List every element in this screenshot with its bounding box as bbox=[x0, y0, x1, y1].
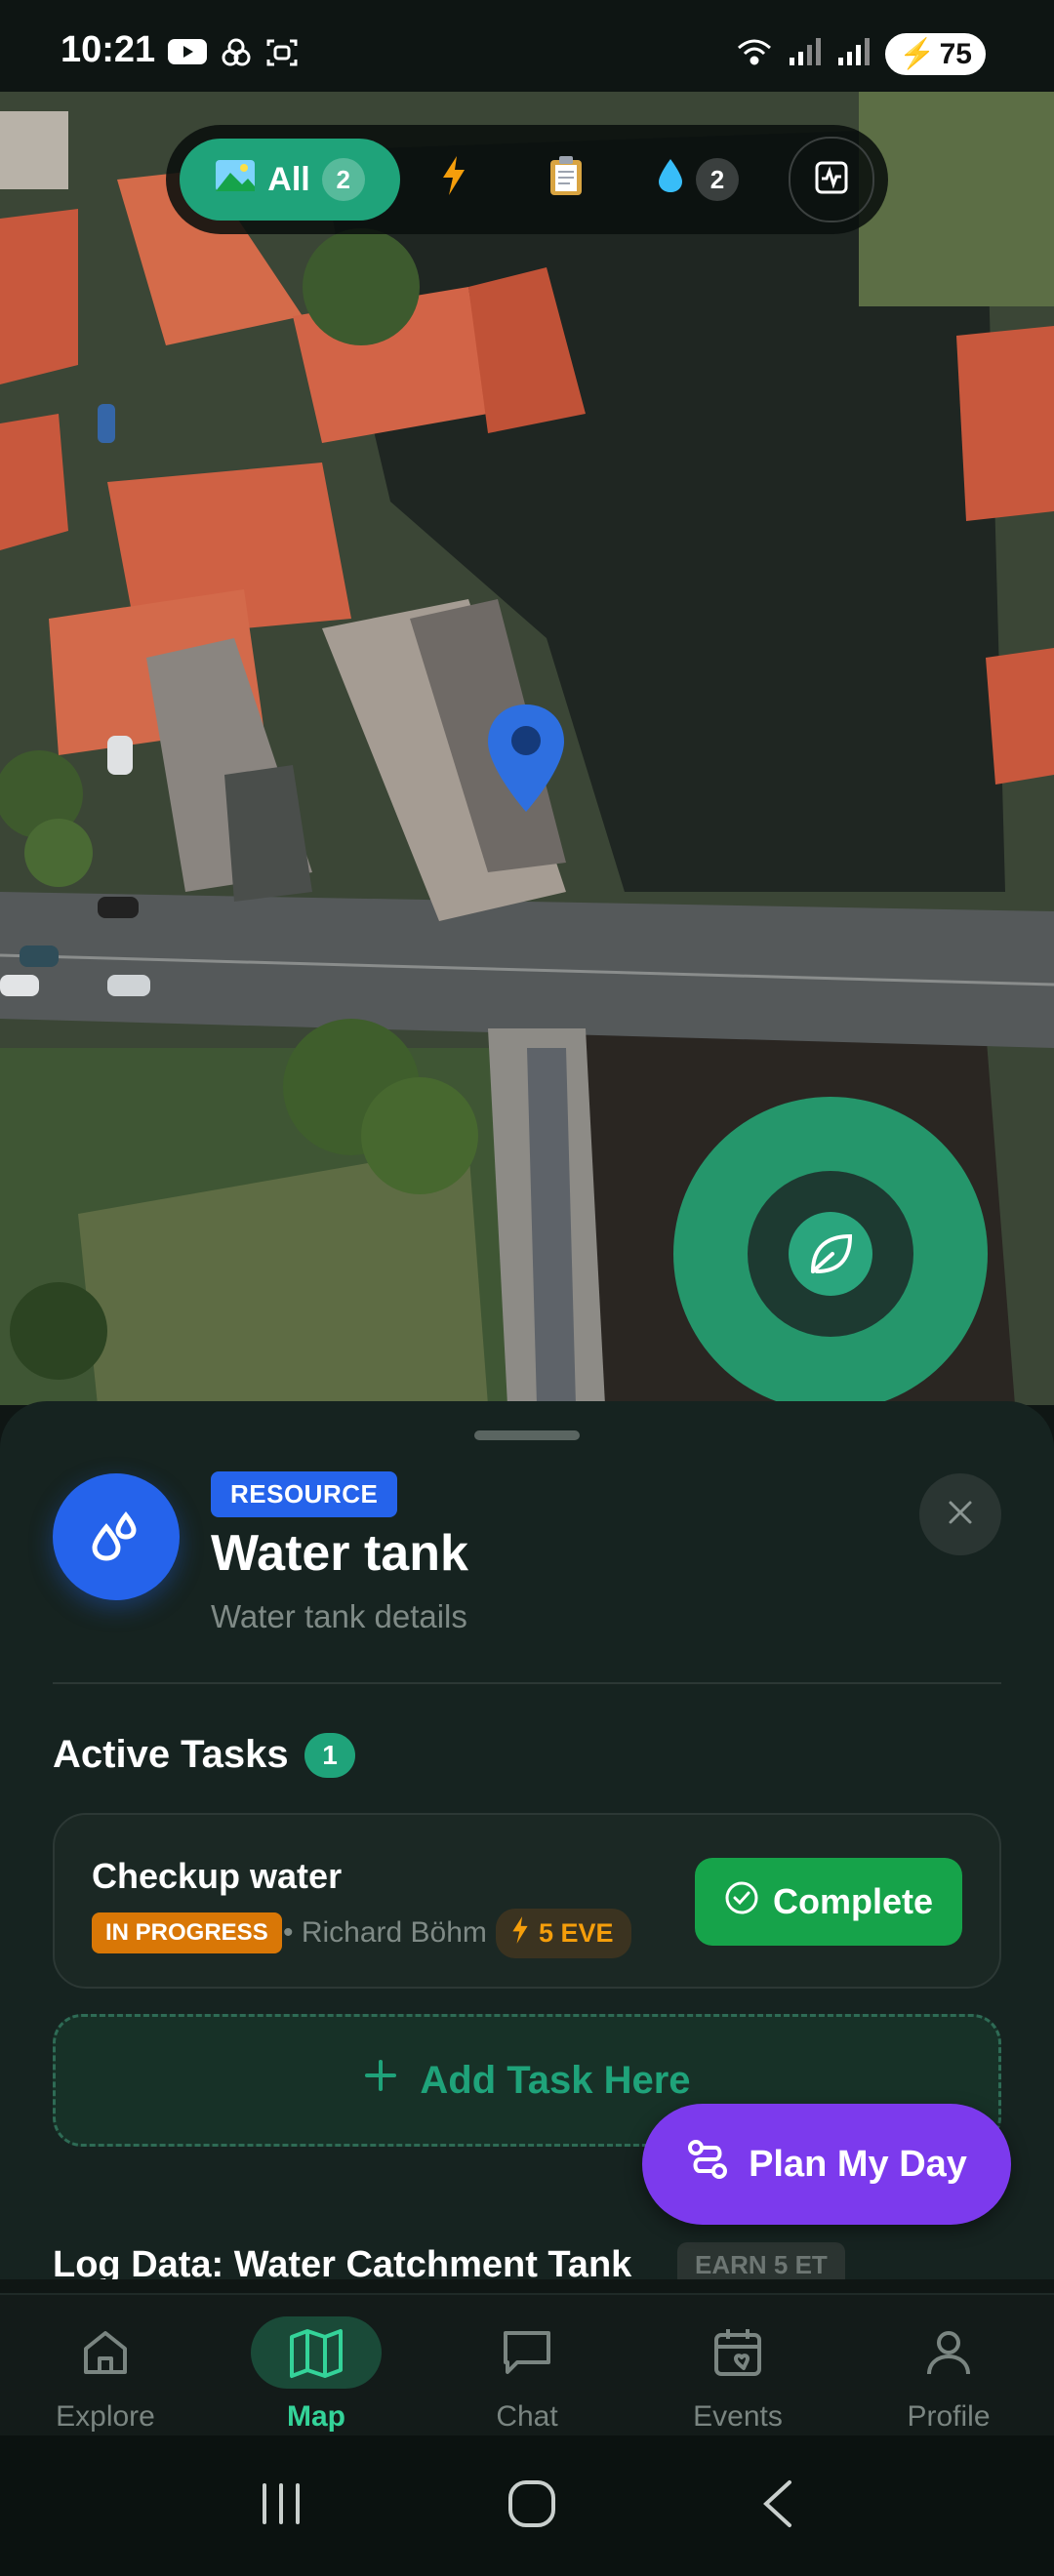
log-data-heading: Log Data: Water Catchment Tank bbox=[53, 2244, 632, 2279]
satellite-map[interactable] bbox=[0, 92, 1054, 1405]
water-drop-icon bbox=[657, 157, 684, 203]
back-icon[interactable] bbox=[758, 2478, 797, 2534]
signal-roaming-icon bbox=[836, 36, 872, 72]
filter-all-count: 2 bbox=[321, 158, 365, 201]
user-icon bbox=[883, 2316, 1014, 2389]
filter-activity-chip[interactable] bbox=[789, 137, 874, 222]
active-tasks-heading: Active Tasks bbox=[53, 1733, 289, 1776]
bottom-navigation: Explore Map Chat Events Profile bbox=[0, 2293, 1054, 2437]
system-navigation-bar bbox=[0, 2435, 1054, 2576]
resource-title: Water tank bbox=[211, 1525, 468, 1582]
lightning-icon bbox=[511, 1916, 529, 1951]
map-pin-icon[interactable] bbox=[482, 701, 570, 823]
filter-all-label: All bbox=[267, 160, 310, 198]
resource-type-badge: RESOURCE bbox=[211, 1471, 398, 1517]
triple-circle-icon bbox=[221, 37, 252, 73]
close-button[interactable] bbox=[919, 1473, 1001, 1555]
filter-energy-chip[interactable] bbox=[400, 139, 507, 221]
leaf-icon bbox=[789, 1212, 872, 1296]
close-icon bbox=[947, 1499, 974, 1531]
nav-profile[interactable]: Profile bbox=[843, 2295, 1054, 2437]
resource-subtitle: Water tank details bbox=[211, 1598, 467, 1634]
complete-task-button[interactable]: Complete bbox=[695, 1858, 962, 1946]
status-bar: 10:21 ⚡ 75 bbox=[0, 0, 1054, 92]
youtube-icon bbox=[168, 37, 207, 73]
signal-icon bbox=[788, 36, 823, 72]
plus-icon bbox=[363, 2058, 398, 2103]
section-divider bbox=[53, 1682, 1001, 1684]
chat-icon bbox=[462, 2316, 592, 2389]
task-assignee: • Richard Böhm bbox=[283, 1916, 487, 1949]
task-reward-badge: 5 EVE bbox=[496, 1909, 631, 1958]
plan-my-day-label: Plan My Day bbox=[749, 2143, 967, 2185]
recent-apps-icon[interactable] bbox=[257, 2481, 305, 2531]
filter-water-count: 2 bbox=[696, 158, 739, 201]
calendar-heart-icon bbox=[672, 2316, 803, 2389]
map-icon bbox=[215, 159, 256, 201]
task-title: Checkup water bbox=[92, 1856, 343, 1896]
status-system-icons: ⚡ 75 bbox=[735, 33, 986, 75]
complete-label: Complete bbox=[772, 1881, 934, 1921]
earn-badge: EARN 5 ET bbox=[677, 2242, 845, 2279]
active-tasks-count: 1 bbox=[304, 1733, 355, 1778]
plan-my-day-button[interactable]: Plan My Day bbox=[642, 2104, 1011, 2225]
map-filter-bar: All 2 2 bbox=[166, 125, 888, 234]
eco-locate-button[interactable] bbox=[673, 1097, 988, 1405]
water-resource-icon bbox=[53, 1473, 180, 1600]
nav-profile-label: Profile bbox=[907, 2400, 991, 2433]
nav-chat[interactable]: Chat bbox=[422, 2295, 632, 2437]
home-icon bbox=[40, 2316, 171, 2389]
screenshot-icon bbox=[265, 37, 299, 73]
sheet-drag-handle[interactable] bbox=[474, 1430, 580, 1440]
task-reward-value: 5 EVE bbox=[539, 1918, 614, 1948]
eco-button-inner bbox=[748, 1171, 913, 1337]
activity-chart-icon bbox=[814, 160, 849, 200]
route-icon bbox=[686, 2138, 729, 2191]
task-card[interactable]: Checkup water IN PROGRESS • Richard Böhm… bbox=[53, 1813, 1001, 1989]
nav-explore-label: Explore bbox=[56, 2400, 155, 2433]
clipboard-icon bbox=[548, 155, 584, 205]
nav-chat-label: Chat bbox=[496, 2400, 558, 2433]
lightning-icon bbox=[441, 155, 466, 204]
map-icon bbox=[251, 2316, 382, 2389]
check-circle-icon bbox=[724, 1880, 759, 1924]
nav-explore[interactable]: Explore bbox=[0, 2295, 211, 2437]
filter-all-chip[interactable]: All 2 bbox=[180, 139, 400, 221]
task-status-badge: IN PROGRESS bbox=[92, 1912, 282, 1953]
charging-icon: ⚡ bbox=[899, 38, 936, 70]
add-task-label: Add Task Here bbox=[420, 2058, 691, 2102]
nav-events[interactable]: Events bbox=[632, 2295, 843, 2437]
nav-map[interactable]: Map bbox=[211, 2295, 422, 2437]
nav-map-label: Map bbox=[287, 2400, 345, 2433]
battery-level: 75 bbox=[939, 37, 972, 70]
filter-tasks-chip[interactable] bbox=[507, 139, 625, 221]
status-time: 10:21 bbox=[61, 29, 156, 70]
wifi-icon bbox=[735, 36, 774, 72]
home-button-icon[interactable] bbox=[507, 2478, 557, 2534]
battery-indicator: ⚡ 75 bbox=[885, 33, 986, 75]
filter-water-chip[interactable]: 2 bbox=[625, 139, 771, 221]
nav-events-label: Events bbox=[693, 2400, 783, 2433]
status-notification-icons bbox=[168, 37, 299, 73]
